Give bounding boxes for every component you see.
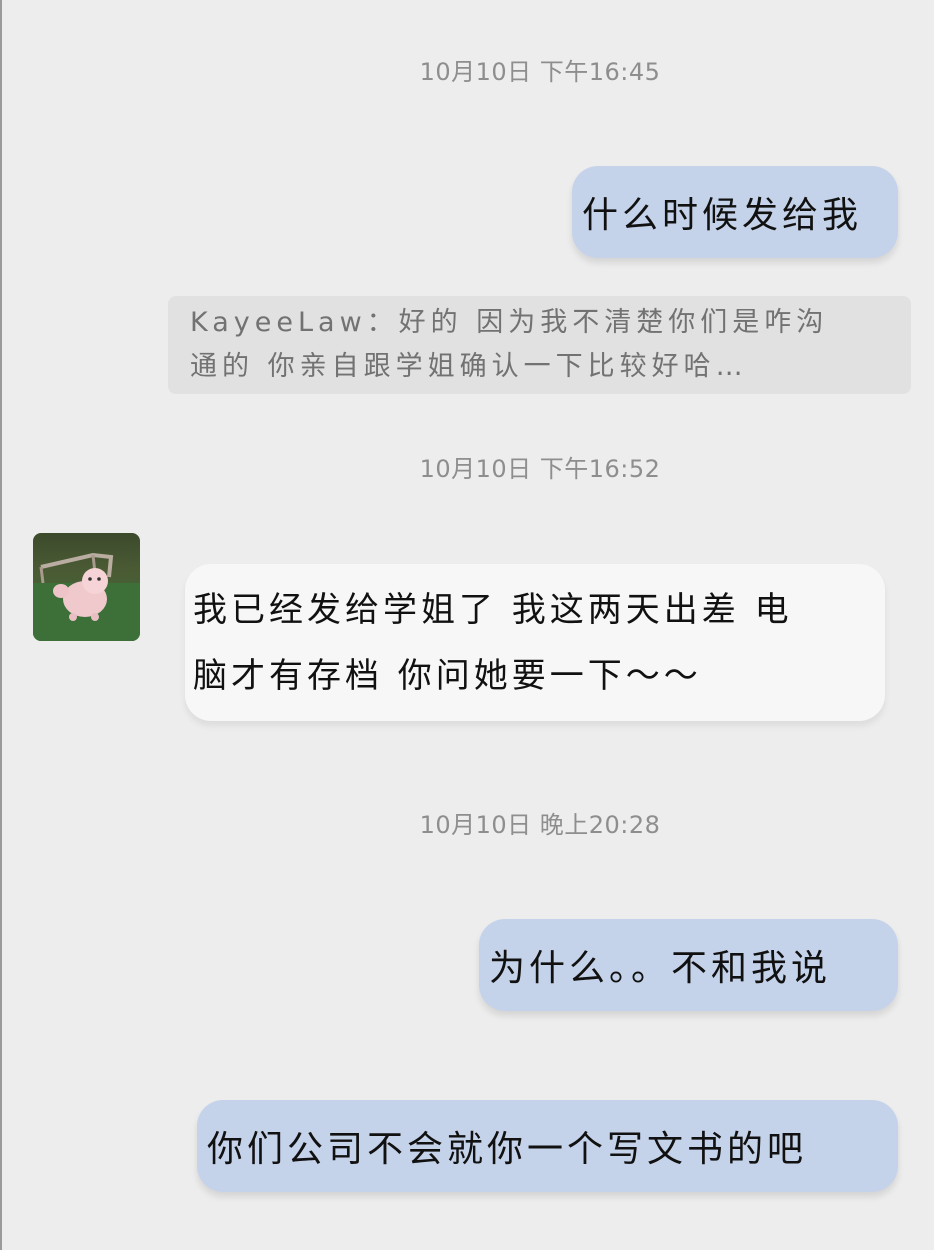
message-text: 为什么。。不和我说 xyxy=(489,948,832,989)
timestamp: 10月10日 下午16:52 xyxy=(419,455,661,483)
dog-photo-avatar-icon xyxy=(33,533,140,641)
contact-avatar[interactable] xyxy=(33,533,140,641)
sent-message-bubble[interactable]: 你们公司不会就你一个写文书的吧 xyxy=(197,1100,898,1192)
sent-message-bubble[interactable]: 什么时候发给我 xyxy=(572,166,898,258)
quoted-message[interactable]: KayeeLaw：好的 因为我不清楚你们是咋沟 通的 你亲自跟学姐确认一下比较好… xyxy=(168,296,911,394)
received-message-bubble[interactable]: 我已经发给学姐了 我这两天出差 电 脑才有存档 你问她要一下～～ xyxy=(185,564,885,721)
message-text-line: 脑才有存档 你问她要一下～～ xyxy=(193,655,702,696)
timestamp: 10月10日 晚上20:28 xyxy=(419,811,661,839)
quote-text-line: 通的 你亲自跟学姐确认一下比较好哈… xyxy=(190,351,748,382)
sent-message-bubble[interactable]: 为什么。。不和我说 xyxy=(479,919,898,1011)
message-text: 什么时候发给我 xyxy=(582,195,863,236)
screen-edge xyxy=(0,0,2,1250)
quote-text-line: KayeeLaw：好的 因为我不清楚你们是咋沟 xyxy=(190,307,829,338)
message-text: 你们公司不会就你一个写文书的吧 xyxy=(207,1129,808,1170)
timestamp: 10月10日 下午16:45 xyxy=(419,58,661,86)
message-text-line: 我已经发给学姐了 我这两天出差 电 xyxy=(193,589,793,630)
